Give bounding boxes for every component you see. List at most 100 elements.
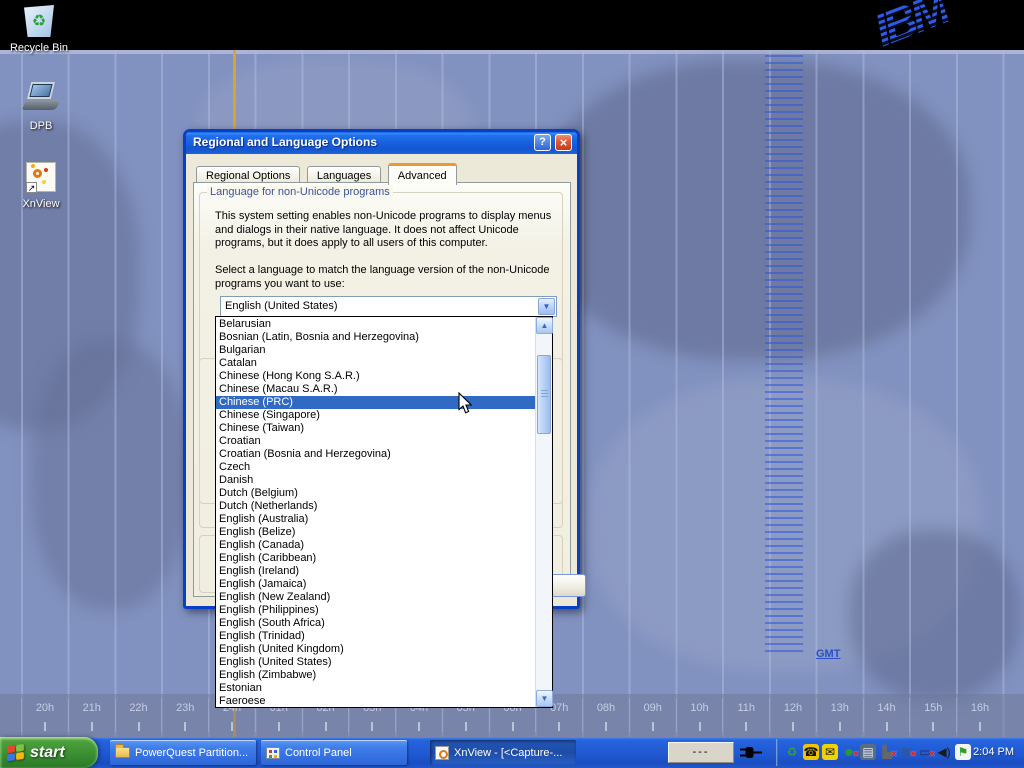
net-disconnect-icon[interactable]: ▭× [917, 744, 933, 760]
list-item[interactable]: Dutch (Netherlands) [216, 500, 535, 513]
error-overlay: × [891, 747, 897, 763]
xnview-icon [435, 746, 449, 760]
hour-tick [44, 722, 46, 731]
recycle-bin-icon: ♻ [21, 4, 57, 38]
task-label: XnView - [<Capture-... [454, 747, 562, 759]
error-overlay: × [853, 747, 859, 763]
list-item[interactable]: Chinese (Taiwan) [216, 422, 535, 435]
hour-label: 16h [963, 702, 997, 714]
hour-label: 11h [729, 702, 763, 714]
taskbar-clock[interactable]: 2:04 PM [973, 737, 1014, 768]
scroll-down-button[interactable]: ▼ [536, 690, 553, 707]
hour-separator [722, 698, 723, 732]
task-label: Control Panel [285, 747, 352, 759]
list-item[interactable]: English (Ireland) [216, 565, 535, 578]
list-item[interactable]: Czech [216, 461, 535, 474]
system-tray: ♻☎✉☻×▤▙×▣×▭×◀)⚑ [784, 744, 971, 760]
volume-icon[interactable]: ◀) [936, 744, 952, 760]
list-item[interactable]: English (Philippines) [216, 604, 535, 617]
dialog-titlebar[interactable]: Regional and Language Options ? × [186, 132, 577, 154]
capture-flag-icon[interactable]: ⚑ [955, 744, 971, 760]
hour-tick [792, 722, 794, 731]
icon-label: XnView [22, 198, 59, 210]
list-item[interactable]: English (United Kingdom) [216, 643, 535, 656]
list-item[interactable]: Dutch (Belgium) [216, 487, 535, 500]
mail-alert-icon[interactable]: ✉ [822, 744, 838, 760]
network-computers-icon[interactable]: ▤ [860, 744, 876, 760]
scrollbar-thumb[interactable] [537, 355, 551, 434]
xnview-dot [44, 168, 48, 172]
xnview-dot [42, 180, 46, 184]
task-button-control-panel[interactable]: Control Panel [261, 740, 407, 765]
start-button[interactable]: start [0, 737, 98, 768]
list-item[interactable]: English (Belize) [216, 526, 535, 539]
task-button-powerquest[interactable]: PowerQuest Partition... [110, 740, 256, 765]
battery-meter[interactable]: --- [668, 742, 734, 763]
hour-separator [676, 698, 677, 732]
display-error-icon[interactable]: ▣× [898, 744, 914, 760]
list-item[interactable]: English (United States) [216, 656, 535, 669]
modem-icon-glyph: ☎ [803, 744, 819, 760]
top-black-band: IBM [0, 0, 1024, 50]
desktop-icon-recycle-bin[interactable]: ♻ Recycle Bin [0, 4, 78, 56]
list-item[interactable]: English (New Zealand) [216, 591, 535, 604]
gmt-label: GMT [816, 648, 840, 660]
close-button[interactable]: × [555, 134, 572, 151]
list-item[interactable]: Bosnian (Latin, Bosnia and Herzegovina) [216, 331, 535, 344]
list-item[interactable]: Chinese (PRC) [216, 396, 535, 409]
list-item[interactable]: English (Jamaica) [216, 578, 535, 591]
tab-advanced[interactable]: Advanced [388, 163, 457, 185]
hour-label: 22h [122, 702, 156, 714]
list-item[interactable]: Chinese (Macau S.A.R.) [216, 383, 535, 396]
desktop-icon-dpb[interactable]: DPB [2, 82, 80, 134]
desktop-icon-xnview[interactable]: ↗ XnView [2, 160, 80, 212]
list-item[interactable]: Catalan [216, 357, 535, 370]
listbox-scrollbar[interactable]: ▲ ▼ [535, 317, 552, 707]
help-button[interactable]: ? [534, 134, 551, 151]
list-item[interactable]: English (Trinidad) [216, 630, 535, 643]
list-item[interactable]: English (Canada) [216, 539, 535, 552]
description-text: This system setting enables non-Unicode … [215, 210, 565, 251]
icon-label: Recycle Bin [10, 42, 68, 54]
recycle-glyph: ♻ [21, 11, 57, 31]
list-item[interactable]: Estonian [216, 682, 535, 695]
list-item[interactable]: Croatian (Bosnia and Herzegovina) [216, 448, 535, 461]
sync-icon-glyph: ♻ [784, 744, 800, 760]
hour-separator [115, 698, 116, 732]
list-item[interactable]: Croatian [216, 435, 535, 448]
hour-tick [465, 722, 467, 731]
list-item[interactable]: English (Zimbabwe) [216, 669, 535, 682]
partially-hidden-button[interactable] [550, 574, 586, 597]
list-item[interactable]: Chinese (Hong Kong S.A.R.) [216, 370, 535, 383]
modem-icon[interactable]: ☎ [803, 744, 819, 760]
select-instruction-text: Select a language to match the language … [215, 264, 565, 291]
scroll-up-button[interactable]: ▲ [536, 317, 553, 334]
gmt-hatched-band [765, 55, 803, 655]
ibm-logo: IBM [866, 0, 953, 57]
icon-label: DPB [30, 120, 53, 132]
task-button-xnview[interactable]: XnView - [<Capture-... [430, 740, 576, 765]
hour-label: 23h [168, 702, 202, 714]
hour-separator [769, 698, 770, 732]
control-panel-icon [266, 747, 280, 759]
messenger-offline-icon[interactable]: ☻× [841, 744, 857, 760]
list-item[interactable]: English (South Africa) [216, 617, 535, 630]
list-item[interactable]: English (Australia) [216, 513, 535, 526]
combobox-dropdown-button[interactable]: ▼ [538, 298, 555, 315]
list-item[interactable]: English (Caribbean) [216, 552, 535, 565]
hour-tick [184, 722, 186, 731]
list-item[interactable]: Bulgarian [216, 344, 535, 357]
list-item[interactable]: Danish [216, 474, 535, 487]
hour-tick [652, 722, 654, 731]
hour-tick [512, 722, 514, 731]
hour-separator [863, 698, 864, 732]
hour-separator [629, 698, 630, 732]
language-combobox[interactable]: English (United States) ▼ [220, 296, 557, 317]
list-item[interactable]: Belarusian [216, 318, 535, 331]
xnview-dot [31, 164, 35, 168]
sync-icon[interactable]: ♻ [784, 744, 800, 760]
signal-lost-icon[interactable]: ▙× [879, 744, 895, 760]
list-item[interactable]: Faeroese [216, 695, 535, 708]
error-overlay: × [910, 747, 916, 763]
list-item[interactable]: Chinese (Singapore) [216, 409, 535, 422]
